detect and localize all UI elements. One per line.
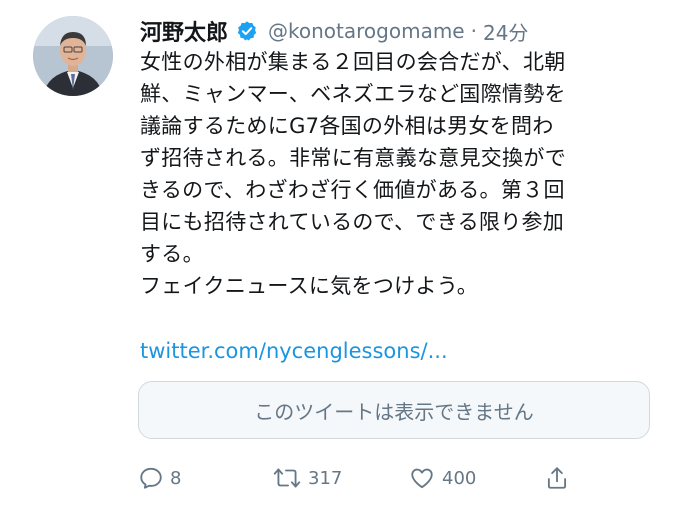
reply-button[interactable]: 8 [138, 458, 181, 498]
header-separator: · [470, 19, 477, 43]
avatar[interactable] [33, 16, 113, 96]
tweet-actions: 8 317 400 [138, 458, 658, 498]
reply-icon [140, 467, 162, 489]
retweet-count: 317 [308, 467, 343, 489]
tweet-header: 河野太郎 @konotarogomame · 24分 [140, 14, 528, 48]
quoted-tweet-unavailable-text: このツイートは表示できません [254, 399, 534, 424]
tweet-text-line: 鮮、ミャンマー、ベネズエラなど国際情勢を [140, 82, 566, 106]
like-count: 400 [442, 467, 477, 489]
tweet-text-line: 議論するためにG7各国の外相は男女を問わ [140, 114, 554, 138]
author-display-name[interactable]: 河野太郎 [140, 15, 228, 47]
tweet-link[interactable]: twitter.com/nycenglessons/... [140, 335, 448, 367]
quoted-tweet-unavailable[interactable]: このツイートは表示できません [138, 381, 650, 439]
tweet-timestamp[interactable]: 24分 [483, 17, 528, 46]
tweet-text-line: きるので、わざわざ行く価値がある。第３回 [140, 178, 565, 202]
like-button[interactable]: 400 [408, 458, 476, 498]
tweet-text-line: ず招待される。非常に有意義な意見交換がで [140, 146, 566, 170]
verified-badge-icon[interactable] [236, 20, 258, 42]
reply-count: 8 [170, 467, 182, 489]
retweet-button[interactable]: 317 [272, 458, 342, 498]
author-handle[interactable]: @konotarogomame [268, 19, 465, 43]
share-icon [547, 467, 567, 489]
tweet-body: 女性の外相が集まる２回目の会合だが、北朝 鮮、ミャンマー、ベネズエラなど国際情勢… [140, 46, 660, 302]
tweet-text-line: フェイクニュースに気をつけよう。 [140, 274, 479, 298]
profile-photo [33, 16, 113, 96]
retweet-icon [273, 468, 301, 488]
share-button[interactable] [544, 458, 570, 498]
heart-icon [411, 468, 433, 489]
tweet-text-line: 女性の外相が集まる２回目の会合だが、北朝 [140, 50, 566, 74]
tweet-text-line: 目にも招待されているので、できる限り参加 [140, 210, 565, 234]
tweet-text-line: する。 [140, 242, 204, 266]
